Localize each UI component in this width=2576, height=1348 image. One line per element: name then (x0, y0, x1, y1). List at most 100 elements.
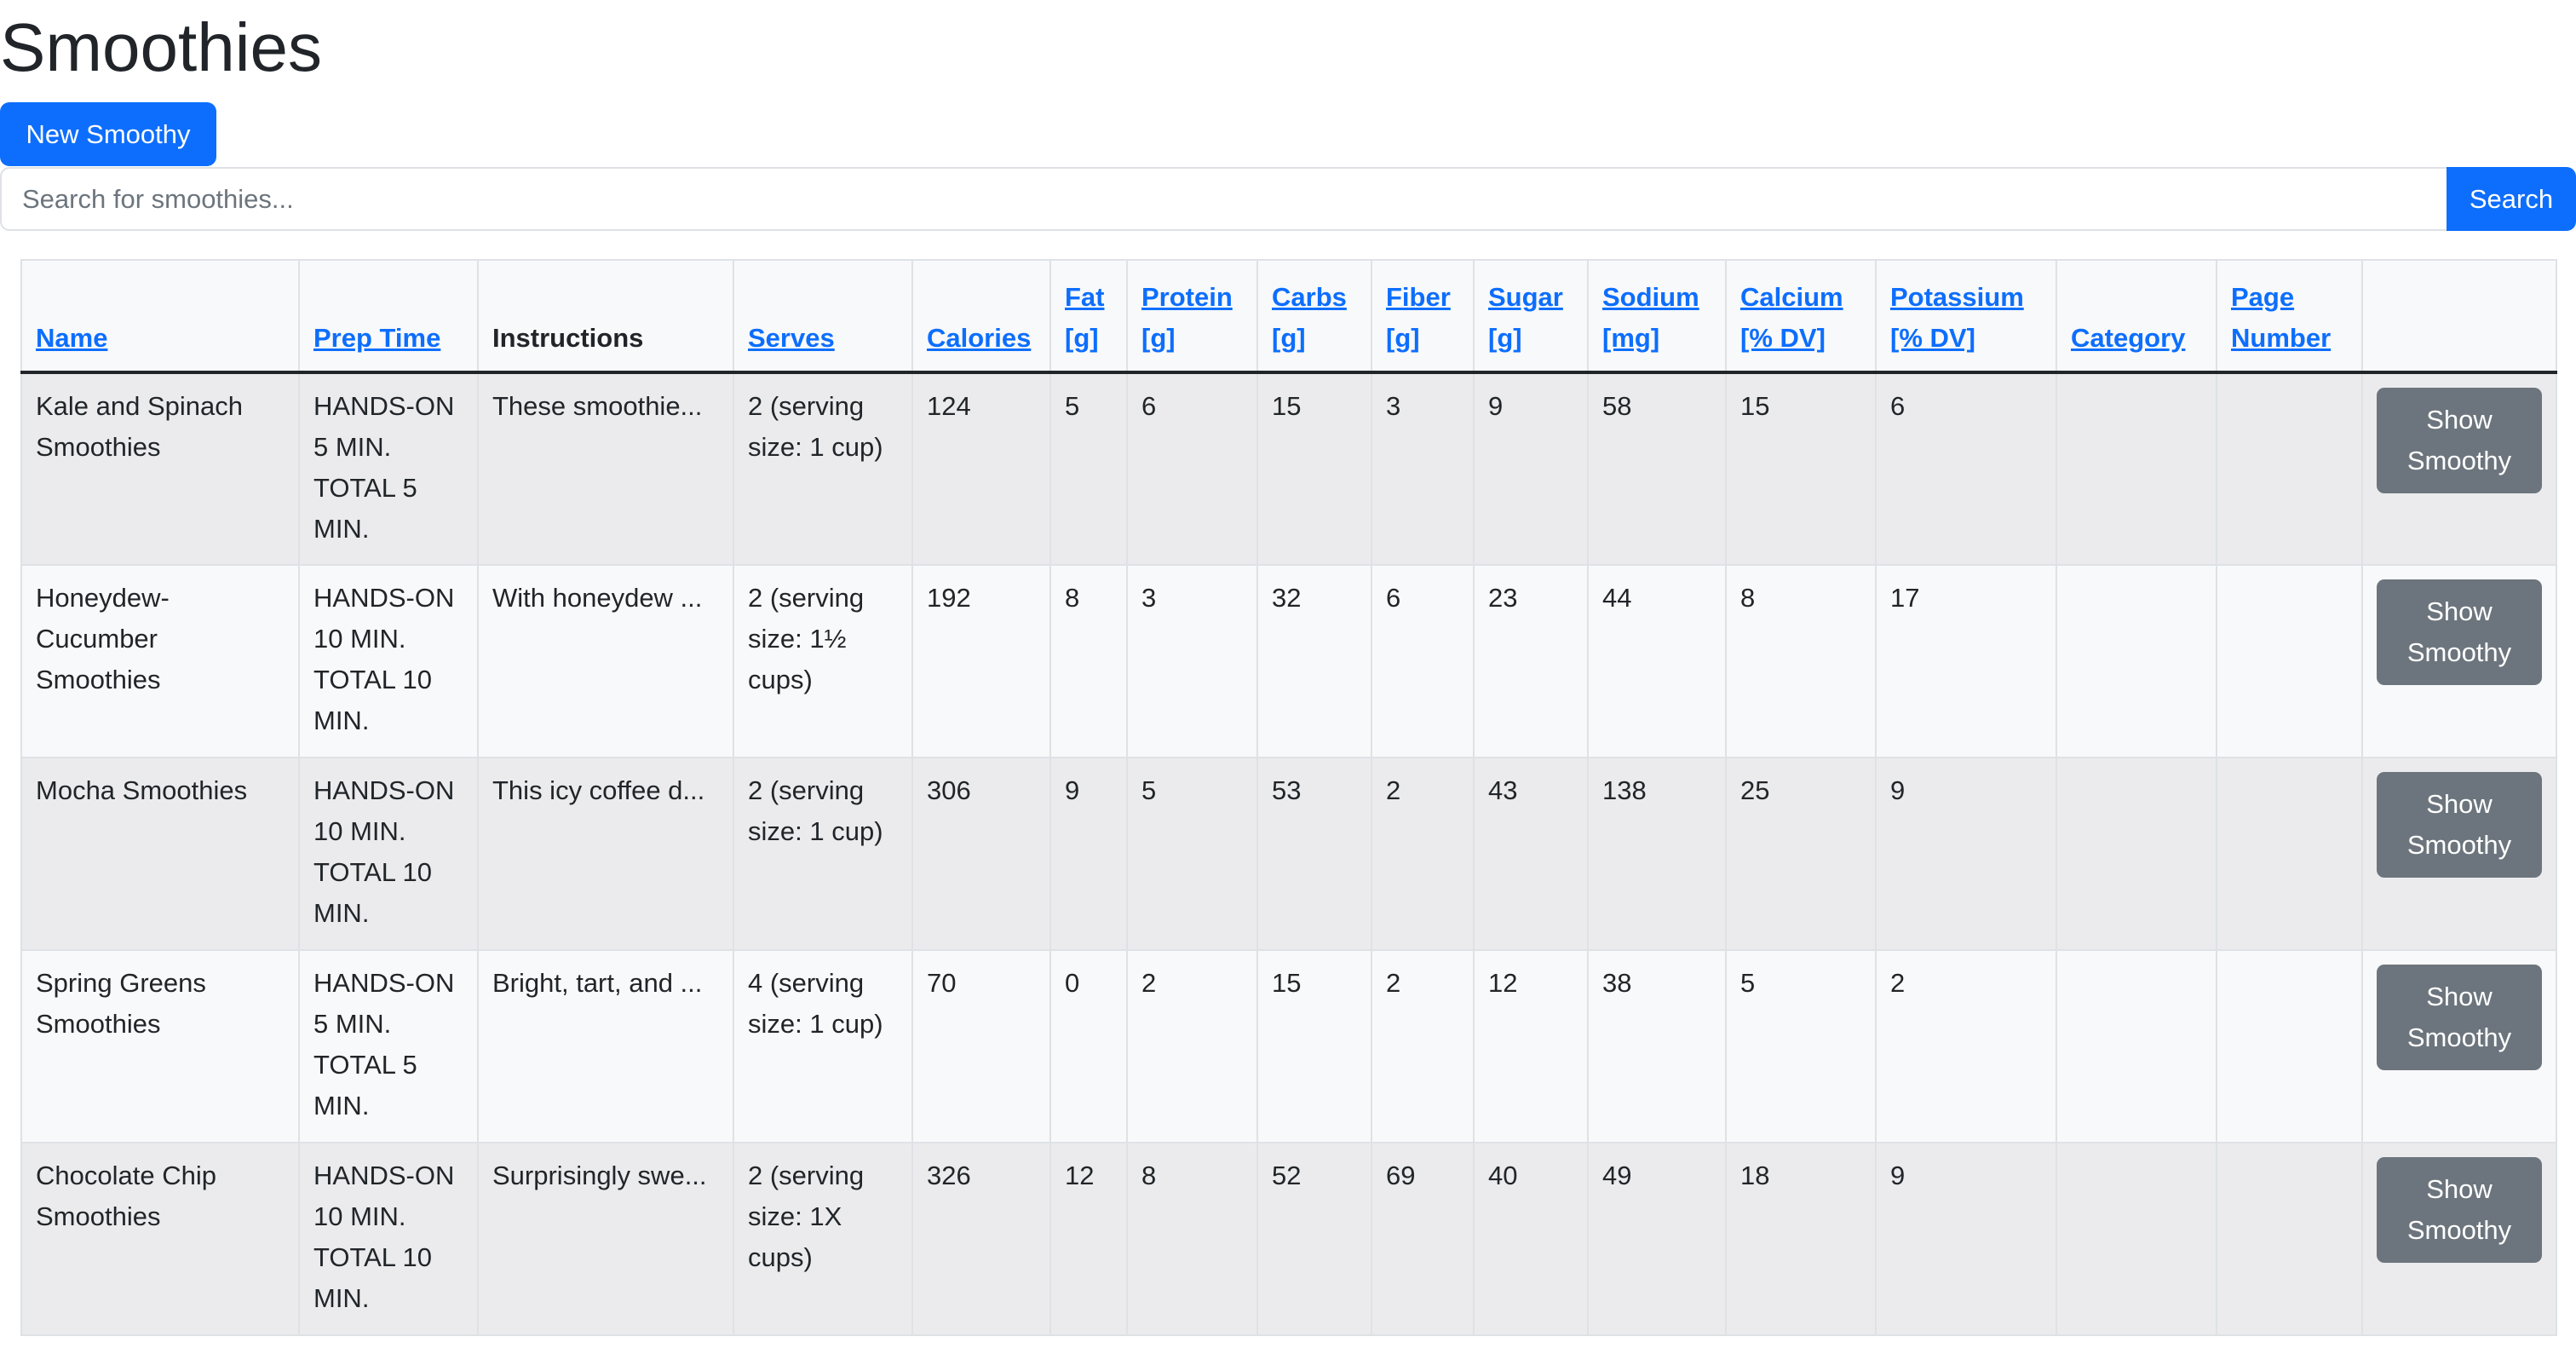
cell-fat: 5 (1049, 372, 1128, 566)
cell-sugar: 23 (1473, 564, 1589, 758)
cell-fiber: 6 (1371, 564, 1475, 758)
cell-calories: 124 (911, 372, 1051, 566)
cell-page-number (2216, 1142, 2363, 1336)
cell-serves: 2 (serving size: 1X cups) (733, 1142, 913, 1336)
column-header-category[interactable]: Category (2056, 259, 2217, 374)
column-header-instructions: Instructions (477, 259, 734, 374)
sort-link-calories[interactable]: Calories (927, 323, 1031, 353)
column-header-name[interactable]: Name (20, 259, 300, 374)
cell-sodium: 138 (1587, 757, 1727, 951)
cell-prep-time: HANDS-ON 10 MIN. TOTAL 10 MIN. (298, 757, 479, 951)
cell-sodium: 58 (1587, 372, 1727, 566)
cell-name: Mocha Smoothies (20, 757, 300, 951)
cell-name: Chocolate Chip Smoothies (20, 1142, 300, 1336)
sort-link-page-number[interactable]: Page Number (2231, 282, 2331, 353)
cell-sodium: 49 (1587, 1142, 1727, 1336)
cell-protein: 3 (1126, 564, 1258, 758)
cell-sugar: 40 (1473, 1142, 1589, 1336)
show-smoothy-button[interactable]: Show Smoothy (2377, 965, 2542, 1070)
column-header-serves[interactable]: Serves (733, 259, 913, 374)
cell-actions: Show Smoothy (2361, 757, 2557, 951)
cell-carbs: 32 (1256, 564, 1372, 758)
cell-prep-time: HANDS-ON 5 MIN. TOTAL 5 MIN. (298, 949, 479, 1143)
cell-potassium: 9 (1875, 1142, 2057, 1336)
sort-link-sodium-mg[interactable]: Sodium [mg] (1602, 282, 1699, 353)
cell-prep-time: HANDS-ON 10 MIN. TOTAL 10 MIN. (298, 564, 479, 758)
column-header-calories[interactable]: Calories (911, 259, 1051, 374)
cell-serves: 2 (serving size: 1 cup) (733, 372, 913, 566)
show-smoothy-button[interactable]: Show Smoothy (2377, 1157, 2542, 1263)
cell-carbs: 53 (1256, 757, 1372, 951)
cell-fiber: 2 (1371, 757, 1475, 951)
show-smoothy-button[interactable]: Show Smoothy (2377, 388, 2542, 493)
cell-sugar: 9 (1473, 372, 1589, 566)
cell-instructions: With honeydew ... (477, 564, 734, 758)
sort-link-fiber-g[interactable]: Fiber [g] (1386, 282, 1451, 353)
cell-potassium: 17 (1875, 564, 2057, 758)
column-header-sodium-mg[interactable]: Sodium [mg] (1587, 259, 1727, 374)
column-header-fat-g[interactable]: Fat [g] (1049, 259, 1128, 374)
cell-serves: 4 (serving size: 1 cup) (733, 949, 913, 1143)
cell-actions: Show Smoothy (2361, 1142, 2557, 1336)
sort-link-sugar-g[interactable]: Sugar [g] (1488, 282, 1563, 353)
column-header-page-number[interactable]: Page Number (2216, 259, 2363, 374)
column-header-calcium-dv[interactable]: Calcium [% DV] (1725, 259, 1877, 374)
cell-category (2056, 564, 2217, 758)
cell-calcium: 8 (1725, 564, 1877, 758)
cell-carbs: 15 (1256, 949, 1372, 1143)
cell-name: Spring Greens Smoothies (20, 949, 300, 1143)
cell-protein: 2 (1126, 949, 1258, 1143)
cell-carbs: 52 (1256, 1142, 1372, 1336)
cell-sugar: 12 (1473, 949, 1589, 1143)
sort-link-category[interactable]: Category (2071, 323, 2185, 353)
column-header-protein-g[interactable]: Protein [g] (1126, 259, 1258, 374)
cell-instructions: This icy coffee d... (477, 757, 734, 951)
cell-name: Honeydew-Cucumber Smoothies (20, 564, 300, 758)
cell-instructions: Surprisingly swe... (477, 1142, 734, 1336)
sort-link-fat-g[interactable]: Fat [g] (1065, 282, 1105, 353)
cell-actions: Show Smoothy (2361, 372, 2557, 566)
sort-link-potassium-dv[interactable]: Potassium [% DV] (1890, 282, 2024, 353)
column-header-prep-time[interactable]: Prep Time (298, 259, 479, 374)
cell-name: Kale and Spinach Smoothies (20, 372, 300, 566)
cell-page-number (2216, 372, 2363, 566)
cell-calcium: 5 (1725, 949, 1877, 1143)
table-body: Kale and Spinach Smoothies HANDS-ON 5 MIN… (20, 372, 2557, 1336)
new-smoothy-button[interactable]: New Smoothy (0, 102, 216, 166)
header-row: Name Prep Time Instructions Serves Calories F… (20, 259, 2557, 374)
cell-calories: 70 (911, 949, 1051, 1143)
cell-protein: 6 (1126, 372, 1258, 566)
cell-category (2056, 372, 2217, 566)
sort-link-calcium-dv[interactable]: Calcium [% DV] (1740, 282, 1843, 353)
column-header-carbs-g[interactable]: Carbs [g] (1256, 259, 1372, 374)
cell-calcium: 18 (1725, 1142, 1877, 1336)
cell-calories: 192 (911, 564, 1051, 758)
cell-prep-time: HANDS-ON 5 MIN. TOTAL 5 MIN. (298, 372, 479, 566)
cell-calories: 306 (911, 757, 1051, 951)
column-header-sugar-g[interactable]: Sugar [g] (1473, 259, 1589, 374)
sort-link-carbs-g[interactable]: Carbs [g] (1272, 282, 1347, 353)
sort-link-name[interactable]: Name (36, 323, 107, 353)
cell-page-number (2216, 564, 2363, 758)
show-smoothy-button[interactable]: Show Smoothy (2377, 772, 2542, 878)
column-header-actions (2361, 259, 2557, 374)
cell-actions: Show Smoothy (2361, 949, 2557, 1143)
cell-category (2056, 949, 2217, 1143)
show-smoothy-button[interactable]: Show Smoothy (2377, 579, 2542, 685)
search-input[interactable] (0, 167, 2447, 231)
cell-sugar: 43 (1473, 757, 1589, 951)
search-button[interactable]: Search (2447, 167, 2576, 231)
cell-calories: 326 (911, 1142, 1051, 1336)
table-row: Kale and Spinach Smoothies HANDS-ON 5 MIN… (20, 372, 2557, 566)
sort-link-prep-time[interactable]: Prep Time (313, 323, 440, 353)
table-row: Mocha Smoothies HANDS-ON 10 MIN. TOTAL 10… (20, 757, 2557, 951)
sort-link-serves[interactable]: Serves (748, 323, 835, 353)
column-header-potassium-dv[interactable]: Potassium [% DV] (1875, 259, 2057, 374)
table-header: Name Prep Time Instructions Serves Calories F… (20, 259, 2557, 374)
sort-link-protein-g[interactable]: Protein [g] (1141, 282, 1233, 353)
column-header-fiber-g[interactable]: Fiber [g] (1371, 259, 1475, 374)
cell-protein: 8 (1126, 1142, 1258, 1336)
cell-fiber: 2 (1371, 949, 1475, 1143)
cell-category (2056, 757, 2217, 951)
cell-calcium: 25 (1725, 757, 1877, 951)
